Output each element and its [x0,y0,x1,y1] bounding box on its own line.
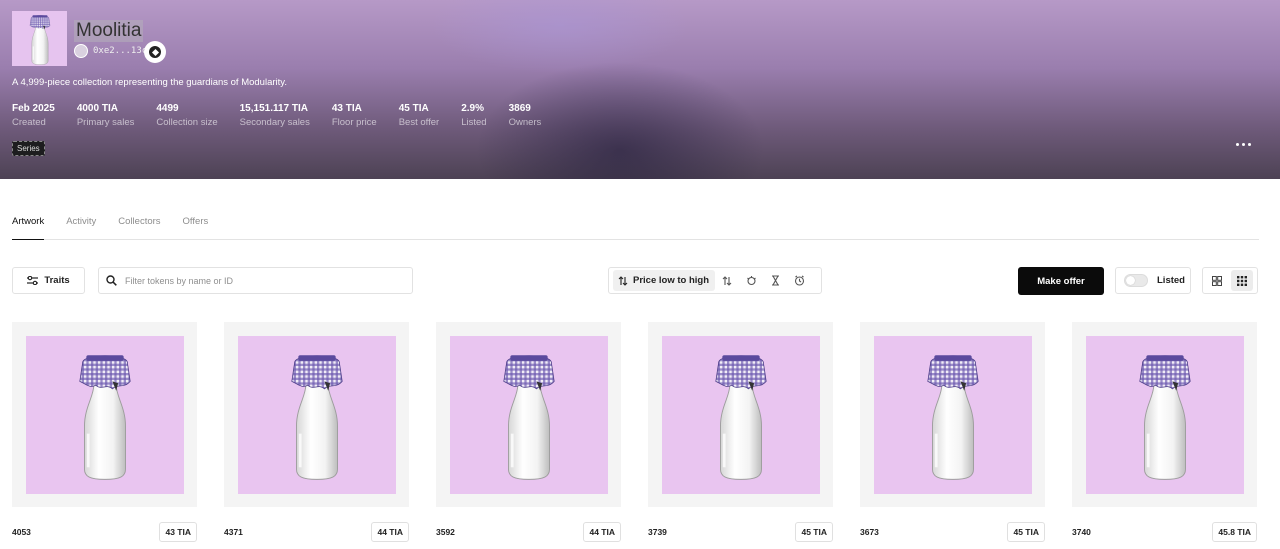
stat-value: 4000 TIA [76,103,118,114]
token-artwork [661,335,820,494]
token-artwork [449,335,608,494]
stat-value: 4499 [156,103,179,114]
stat-label: Best offer [398,117,440,128]
traits-filter-button[interactable]: Traits [12,267,85,294]
token-id: 3739 [648,527,667,537]
token-price: 45.8 TIA [1212,522,1257,542]
stat-value: Feb 2025 [12,103,55,114]
token-id: 3673 [860,527,879,537]
stat-value: 15,151.117 TIA [239,103,308,114]
make-offer-button[interactable]: Make offer [1018,267,1104,295]
sort-price-low-high-button[interactable]: Price low to high [613,270,716,291]
milk-bottle-image [501,346,557,484]
tab-offers[interactable]: Offers [183,214,209,240]
token-card[interactable]: 3739 45 TIA [648,322,833,547]
token-price: 45 TIA [795,522,833,542]
stat-label: Primary sales [76,117,135,128]
stat-owners: 3869 Owners [509,103,542,130]
token-card[interactable]: 3673 45 TIA [860,322,1045,547]
stat-value: 3869 [508,103,531,114]
token-image-frame [1072,322,1257,507]
stat-label: Floor price [331,117,377,128]
token-id: 4053 [12,527,31,537]
collection-title: Moolitia [74,20,144,42]
token-price: 44 TIA [371,522,409,542]
listed-switch[interactable] [1124,274,1148,287]
stat-value: 2.9% [461,103,485,114]
token-image-frame [648,322,833,507]
stat-collection-size: 4499 Collection size [156,103,217,130]
tab-collectors[interactable]: Collectors [118,214,160,240]
stat-label: Collection size [156,117,218,128]
token-artwork [1085,335,1244,494]
token-artwork [25,335,184,494]
clock-icon[interactable] [787,270,811,291]
token-id: 4371 [224,527,243,537]
sort-direction-icon[interactable] [715,270,739,291]
token-image-frame [436,322,621,507]
token-card[interactable]: 4371 44 TIA [224,322,409,547]
large-grid-view-icon[interactable] [1206,270,1228,291]
creator-link[interactable]: 0xe2...13cc [74,42,153,60]
stat-value: 45 TIA [398,103,429,114]
creator-avatar [74,44,88,58]
stat-label: Owners [508,117,542,128]
verified-badge-icon [144,41,166,63]
collection-description: A 4,999-piece collection representing th… [12,77,287,88]
token-artwork [873,335,1032,494]
token-card[interactable]: 3592 44 TIA [436,322,621,547]
tab-artwork[interactable]: Artwork [12,214,45,240]
compact-grid-view-icon[interactable] [1231,270,1253,291]
token-card[interactable]: 4053 43 TIA [12,322,197,547]
stat-label: Created [12,117,46,128]
listed-label: Listed [1157,275,1185,286]
tab-activity[interactable]: Activity [66,214,96,240]
stat-primary-sales: 4000 TIA Primary sales [77,103,135,130]
more-options-icon[interactable] [1233,139,1253,149]
token-id: 3740 [1072,527,1091,537]
search-field[interactable] [98,267,413,294]
collection-banner: Moolitia 0xe2...13cc A 4,999-piece colle… [0,0,1280,179]
stat-listed: 2.9% Listed [461,103,486,130]
milk-bottle-image [713,346,769,484]
token-price: 45 TIA [1007,522,1045,542]
token-image-frame [224,322,409,507]
collection-avatar [12,11,67,66]
token-card[interactable]: 3740 45.8 TIA [1072,322,1257,547]
token-artwork [237,335,396,494]
series-tag[interactable]: Series [12,141,45,156]
sort-controls: Price low to high [608,267,822,294]
sort-label: Price low to high [633,275,710,286]
collection-stats: Feb 2025 Created 4000 TIA Primary sales … [12,103,563,130]
token-id: 3592 [436,527,455,537]
listed-toggle[interactable]: Listed [1115,267,1191,294]
traits-label: Traits [44,275,70,286]
stat-label: Secondary sales [239,117,310,128]
token-price: 44 TIA [583,522,621,542]
token-image-frame [12,322,197,507]
milk-bottle-image [925,346,981,484]
token-price: 43 TIA [159,522,197,542]
view-mode-controls [1202,267,1258,294]
milk-bottle-image [1137,346,1193,484]
stat-secondary-sales: 15,151.117 TIA Secondary sales [240,103,310,130]
rarity-icon[interactable] [739,270,763,291]
sliders-icon [27,276,39,285]
stat-label: Listed [461,117,487,128]
milk-bottle-image [289,346,345,484]
stat-value: 43 TIA [331,103,362,114]
sort-arrows-icon [618,275,628,286]
token-image-frame [860,322,1045,507]
stat-floor-price: 43 TIA Floor price [332,103,377,130]
milk-bottle-image [77,346,133,484]
hourglass-icon[interactable] [763,270,787,291]
collection-tabs: Artwork Activity Collectors Offers [12,214,1259,240]
stat-best-offer: 45 TIA Best offer [399,103,440,130]
token-grid: 4053 43 TIA 4371 44 TIA 3592 44 TIA 3739… [12,322,1257,547]
stat-created: Feb 2025 Created [12,103,55,130]
search-input[interactable] [125,275,395,286]
search-icon [106,275,117,286]
milk-bottle-image [28,13,52,65]
